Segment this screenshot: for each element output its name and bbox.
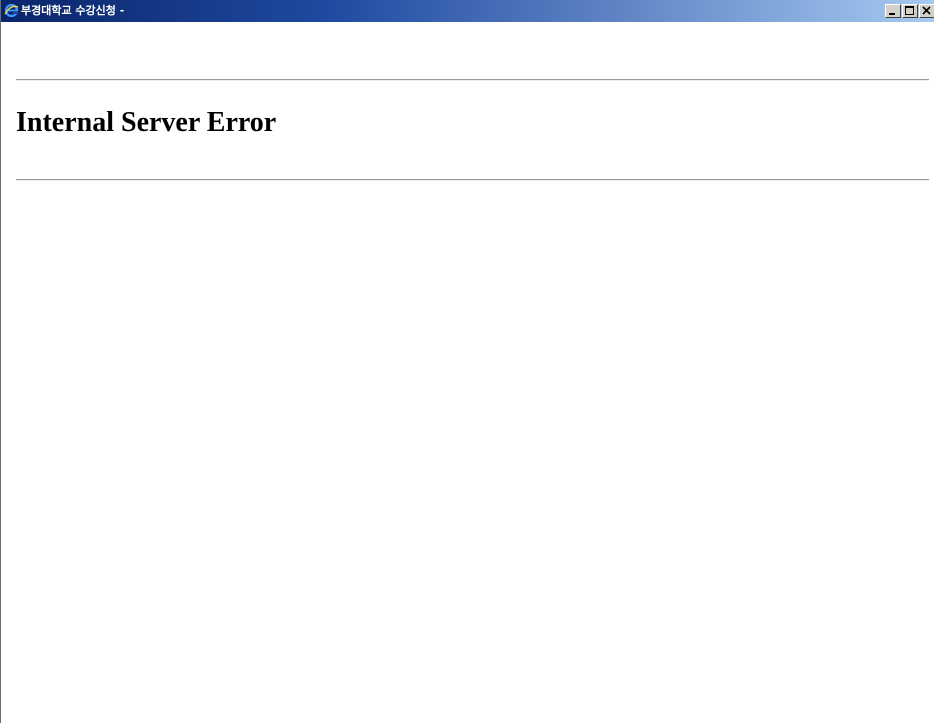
browser-window: 부경대학교 수강신청 - Internal Server Error — [0, 0, 934, 723]
bottom-divider — [16, 179, 929, 181]
minimize-button[interactable] — [885, 4, 901, 18]
top-divider — [16, 79, 929, 81]
internet-explorer-icon[interactable] — [4, 3, 19, 18]
title-bar[interactable]: 부경대학교 수강신청 - — [1, 0, 934, 22]
maximize-icon — [905, 6, 914, 15]
maximize-button[interactable] — [902, 4, 918, 18]
error-heading: Internal Server Error — [16, 107, 277, 138]
close-button[interactable] — [919, 4, 934, 18]
window-controls — [885, 4, 934, 18]
minimize-icon — [889, 13, 895, 15]
window-title: 부경대학교 수강신청 - — [21, 4, 125, 17]
close-icon — [922, 6, 931, 15]
